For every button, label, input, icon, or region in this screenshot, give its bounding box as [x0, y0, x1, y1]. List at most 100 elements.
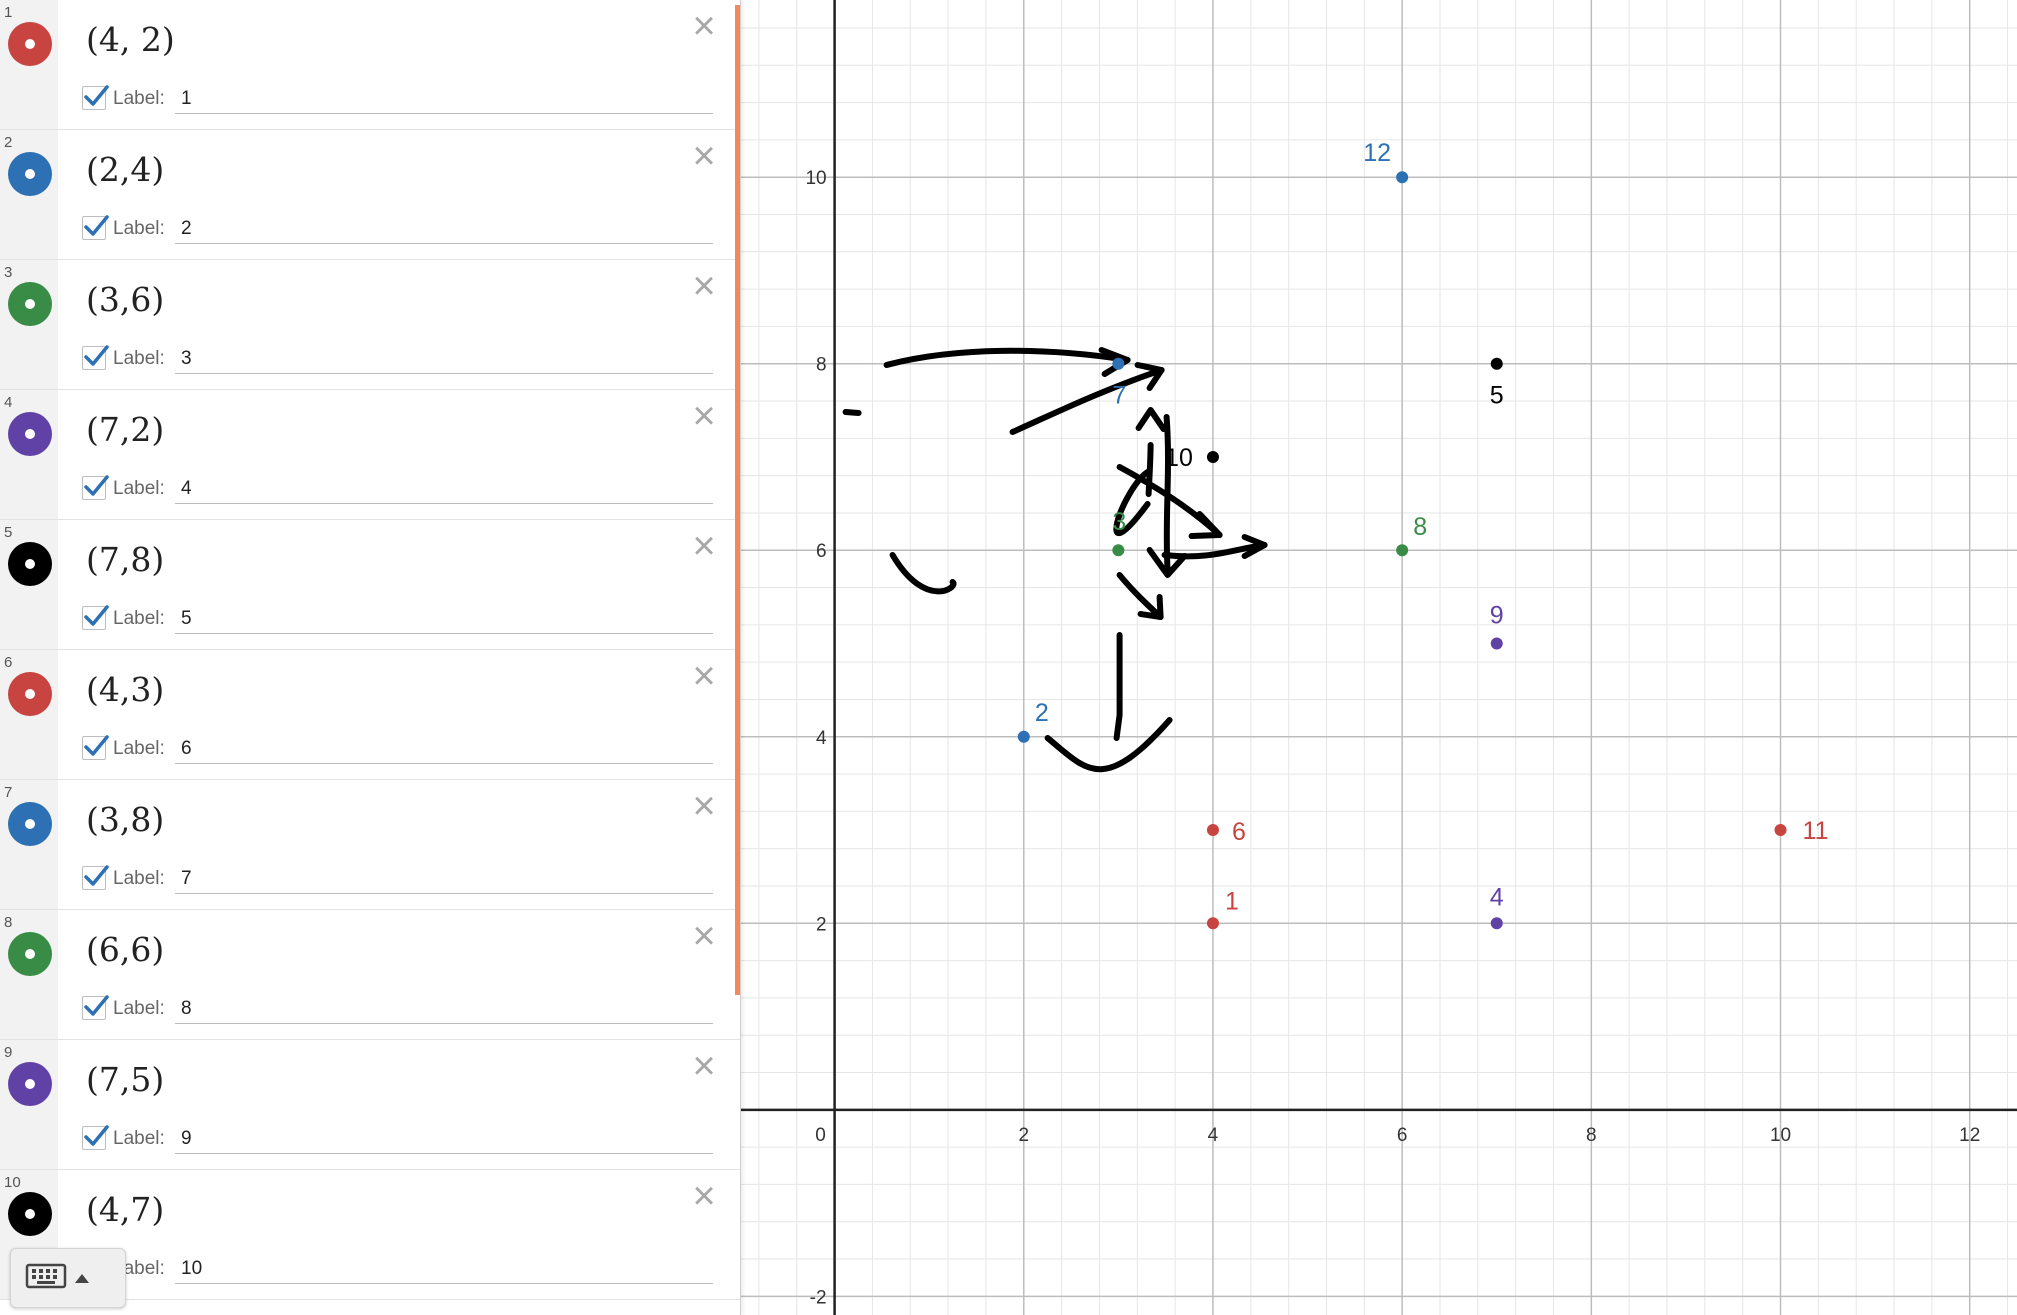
expression-index: 8 — [4, 914, 13, 931]
expression-latex[interactable]: (3,6) — [86, 280, 164, 319]
close-x-icon[interactable]: × — [686, 786, 722, 826]
expression-latex[interactable]: (4,3) — [86, 670, 164, 709]
expression-item[interactable]: 2 (2,4) × Label: 2 — [0, 130, 740, 260]
point-color-icon[interactable] — [8, 152, 52, 196]
label-input[interactable]: 1 — [175, 84, 713, 114]
checkmark-icon — [84, 995, 109, 1016]
expression-latex[interactable]: (3,8) — [86, 800, 164, 839]
expression-latex[interactable]: (7,2) — [86, 410, 164, 449]
y-tick-label: 6 — [816, 541, 827, 562]
label-checkbox[interactable] — [82, 475, 109, 500]
label-input[interactable]: 7 — [175, 864, 713, 894]
close-x-icon[interactable]: × — [686, 656, 722, 696]
point-marker — [1112, 544, 1125, 557]
checkmark-icon — [84, 1125, 109, 1146]
expression-latex[interactable]: (2,4) — [86, 150, 164, 189]
expression-item[interactable]: 7 (3,8) × Label: 7 — [0, 780, 740, 910]
y-tick-label: -2 — [810, 1287, 827, 1308]
point-label: 9 — [1490, 602, 1504, 630]
expression-gutter: 2 — [0, 130, 58, 259]
point-label: 6 — [1232, 818, 1246, 846]
expression-latex[interactable]: (4,7) — [86, 1190, 164, 1229]
point-label: 8 — [1413, 513, 1427, 541]
expression-list[interactable]: 1 (4, 2) × Label: 1 2 (2,4) × Label: 2 3… — [0, 0, 741, 1315]
point-label: 1 — [1225, 887, 1239, 915]
expression-latex[interactable]: (4, 2) — [86, 20, 175, 59]
point-color-icon[interactable] — [8, 1192, 52, 1236]
close-x-icon[interactable]: × — [686, 916, 722, 956]
point-color-icon[interactable] — [8, 412, 52, 456]
label-input[interactable]: 6 — [175, 734, 713, 764]
expression-item[interactable]: 9 (7,5) × Label: 9 — [0, 1040, 740, 1170]
label-checkbox[interactable] — [82, 1125, 109, 1150]
expression-latex[interactable]: (7,8) — [86, 540, 164, 579]
label-checkbox[interactable] — [82, 735, 109, 760]
point-marker — [1017, 730, 1030, 743]
label-checkbox[interactable] — [82, 995, 109, 1020]
expression-gutter: 8 — [0, 910, 58, 1039]
x-tick-label: 8 — [1586, 1125, 1597, 1146]
close-x-icon[interactable]: × — [686, 396, 722, 436]
label-checkbox[interactable] — [82, 865, 109, 890]
x-tick-label: 6 — [1397, 1125, 1408, 1146]
scrollbar[interactable] — [735, 5, 740, 995]
y-tick-label: 2 — [816, 914, 827, 935]
y-tick-label: 4 — [816, 728, 827, 749]
hand-drawn-arrows — [842, 347, 1268, 773]
grid-minor — [740, 0, 2017, 1315]
plotted-points: 123456789101112 — [1017, 139, 1829, 930]
expression-latex[interactable]: (7,5) — [86, 1060, 164, 1099]
label-checkbox[interactable] — [82, 605, 109, 630]
expression-gutter: 3 — [0, 260, 58, 389]
expression-item[interactable]: 8 (6,6) × Label: 8 — [0, 910, 740, 1040]
label-checkbox[interactable] — [82, 215, 109, 240]
x-tick-label: 12 — [1959, 1125, 1980, 1146]
checkmark-icon — [84, 605, 109, 626]
expression-item[interactable]: 5 (7,8) × Label: 5 — [0, 520, 740, 650]
label-input[interactable]: 9 — [175, 1124, 713, 1154]
close-x-icon[interactable]: × — [686, 1176, 722, 1216]
keypad-toggle-button[interactable] — [10, 1248, 126, 1308]
close-x-icon[interactable]: × — [686, 526, 722, 566]
label-caption: Label: — [113, 608, 165, 629]
label-checkbox[interactable] — [82, 85, 109, 110]
close-x-icon[interactable]: × — [686, 266, 722, 306]
point-color-icon[interactable] — [8, 802, 52, 846]
expression-item[interactable]: 4 (7,2) × Label: 4 — [0, 390, 740, 520]
expression-index: 6 — [4, 654, 13, 671]
label-input[interactable]: 8 — [175, 994, 713, 1024]
label-input[interactable]: 4 — [175, 474, 713, 504]
label-input[interactable]: 3 — [175, 344, 713, 374]
point-label: 10 — [1165, 444, 1193, 472]
point-color-icon[interactable] — [8, 22, 52, 66]
point-label: 11 — [1803, 817, 1829, 845]
label-checkbox[interactable] — [82, 345, 109, 370]
expression-item[interactable]: 6 (4,3) × Label: 6 — [0, 650, 740, 780]
close-x-icon[interactable]: × — [686, 136, 722, 176]
expression-index: 5 — [4, 524, 13, 541]
expression-item[interactable]: 3 (3,6) × Label: 3 — [0, 260, 740, 390]
arrow-stroke — [1044, 717, 1173, 773]
expression-index: 10 — [4, 1174, 21, 1191]
point-color-icon[interactable] — [8, 672, 52, 716]
expression-gutter: 7 — [0, 780, 58, 909]
point-color-icon[interactable] — [8, 1062, 52, 1106]
point-color-icon[interactable] — [8, 542, 52, 586]
point-color-icon[interactable] — [8, 282, 52, 326]
point-color-icon[interactable] — [8, 932, 52, 976]
label-input[interactable]: 2 — [175, 214, 713, 244]
label-input[interactable]: 5 — [175, 604, 713, 634]
expression-item[interactable]: 1 (4, 2) × Label: 1 — [0, 0, 740, 130]
expression-latex[interactable]: (6,6) — [86, 930, 164, 969]
arrow-stroke — [1116, 572, 1164, 620]
checkmark-icon — [84, 865, 109, 886]
label-input[interactable]: 10 — [175, 1254, 713, 1284]
x-tick-label: 10 — [1770, 1125, 1791, 1146]
point-marker — [1396, 171, 1409, 184]
close-x-icon[interactable]: × — [686, 6, 722, 46]
expression-index: 7 — [4, 784, 13, 801]
graph-canvas[interactable]: 0 2 4 6 8 10 12-2246810 123456789101112 — [740, 0, 2017, 1315]
label-caption: Label: — [113, 868, 165, 889]
point-marker — [1112, 357, 1125, 370]
close-x-icon[interactable]: × — [686, 1046, 722, 1086]
